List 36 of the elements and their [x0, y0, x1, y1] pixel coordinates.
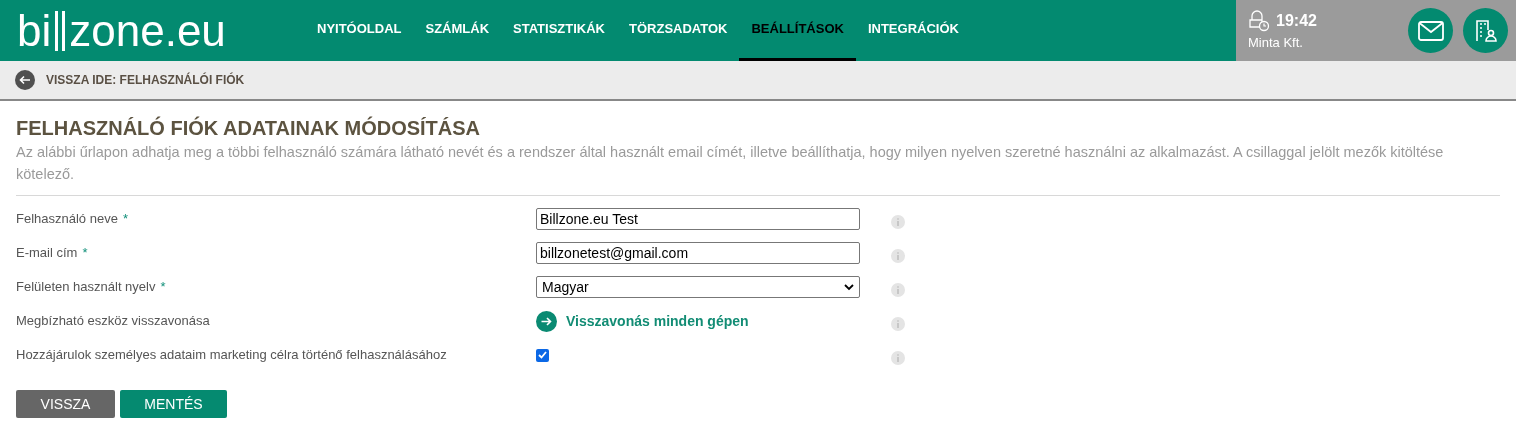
nav-tab[interactable]: NYITÓOLDAL: [305, 0, 414, 61]
nav-tab[interactable]: TÖRZSADATOK: [617, 0, 740, 61]
page-title: FELHASZNÁLÓ FIÓK ADATAINAK MÓDOSÍTÁSA: [16, 115, 482, 141]
page-description: Az alábbi űrlapon adhatja meg a többi felhasználó számára látható nevét és a rendszer által használt email címét, illetve beállíthatja, hogy milyen nyelven szeretné használni az alkalmazást. A csillaggal jelölt mezők kitöltése kötelező.: [16, 143, 1445, 184]
field-label: E-mail cím *: [16, 244, 89, 263]
logo-bars-icon: [53, 10, 68, 51]
text-field[interactable]: Billzone.eu Test: [536, 208, 860, 230]
field-label: Felhasználó neve *: [16, 210, 129, 229]
mail-icon: [1417, 20, 1444, 41]
consent-checkbox[interactable]: [536, 348, 549, 362]
info-icon[interactable]: [891, 215, 905, 229]
lock-clock-icon: [1248, 9, 1270, 32]
language-select[interactable]: Magyar: [536, 276, 860, 298]
arrow-right-icon: [536, 310, 557, 332]
mail-button[interactable]: [1408, 8, 1453, 53]
field-label: Megbízható eszköz visszavonása: [16, 312, 211, 331]
field-label: Felületen használt nyelv *: [16, 278, 167, 297]
info-icon[interactable]: [891, 283, 905, 297]
profile-button[interactable]: [1463, 8, 1508, 53]
field-label: Hozzájárulok személyes adataim marketing célra történő felhasználásához: [16, 346, 448, 365]
session-time: 19:42: [1276, 10, 1317, 31]
building-person-icon: [1473, 18, 1498, 43]
info-icon[interactable]: [891, 351, 905, 365]
text-field[interactable]: billzonetest@gmail.com: [536, 242, 860, 264]
company-name: Minta Kft.: [1248, 33, 1304, 52]
nav-tab[interactable]: INTEGRÁCIÓK: [855, 0, 971, 61]
back-button[interactable]: VISSZA: [16, 390, 115, 418]
revoke-link[interactable]: Visszavonás minden gépen: [536, 310, 749, 332]
logo[interactable]: bi zone.eu: [17, 5, 300, 56]
info-icon[interactable]: [891, 249, 905, 263]
breadcrumb-link[interactable]: VISSZA IDE: FELHASZNÁLÓI FIÓK: [46, 71, 245, 89]
info-icon[interactable]: [891, 317, 905, 331]
nav-tab[interactable]: SZÁMLÁK: [413, 0, 502, 61]
nav-tab[interactable]: STATISZTIKÁK: [501, 0, 617, 61]
chevron-down-icon: [844, 283, 854, 291]
save-button[interactable]: MENTÉS: [120, 390, 227, 418]
